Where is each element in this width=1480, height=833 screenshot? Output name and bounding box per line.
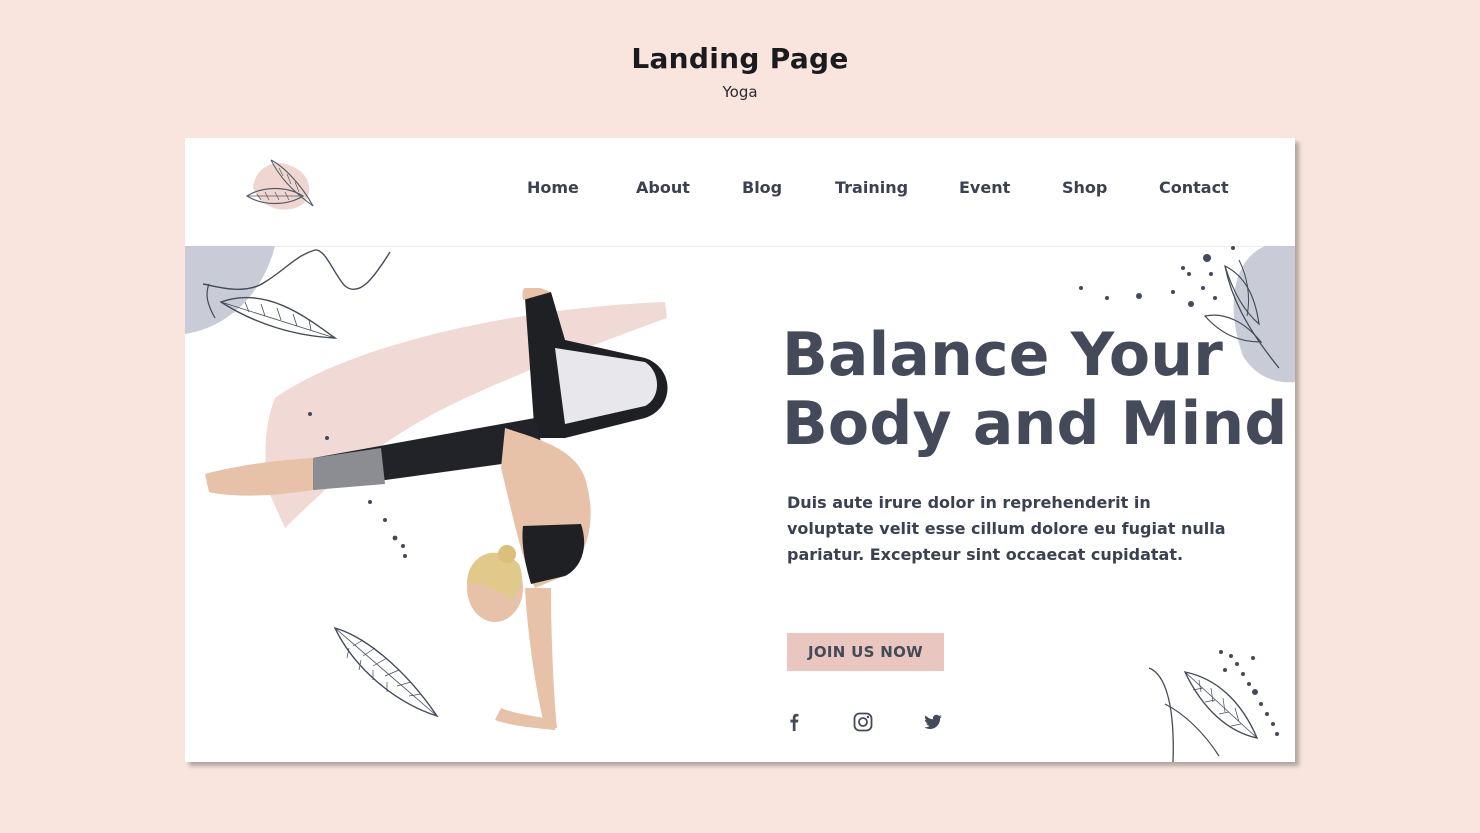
nav-shop[interactable]: Shop: [1062, 178, 1107, 197]
nav-blog[interactable]: Blog: [742, 178, 782, 197]
nav-event[interactable]: Event: [959, 178, 1010, 197]
hero-title: Balance Your Body and Mind: [782, 320, 1288, 459]
nav-about[interactable]: About: [636, 178, 690, 197]
landing-card: Home About Blog Training Event Shop Cont…: [185, 138, 1295, 762]
hero-description: Duis aute irure dolor in reprehenderit i…: [787, 493, 1226, 564]
leaf-line-art-bottom-left: [333, 626, 439, 718]
facebook-icon[interactable]: [782, 710, 806, 734]
hero-title-line-1: Balance Your: [782, 320, 1224, 390]
page-title: Landing Page: [631, 42, 849, 75]
yoga-pose-illustration: [205, 288, 668, 730]
hero-title-line-2: Body and Mind: [782, 389, 1288, 459]
instagram-icon[interactable]: [851, 710, 875, 734]
nav-training[interactable]: Training: [835, 178, 908, 197]
nav-contact[interactable]: Contact: [1159, 178, 1229, 197]
leaf-logo-icon[interactable]: [243, 156, 319, 226]
join-us-button[interactable]: JOIN US NOW: [787, 633, 944, 671]
twitter-icon[interactable]: [921, 710, 945, 734]
site-header: Home About Blog Training Event Shop Cont…: [185, 138, 1295, 247]
page-subtitle: Yoga: [722, 83, 758, 101]
leaf-line-art-bottom-right: [1148, 650, 1279, 762]
nav-home[interactable]: Home: [527, 178, 579, 197]
